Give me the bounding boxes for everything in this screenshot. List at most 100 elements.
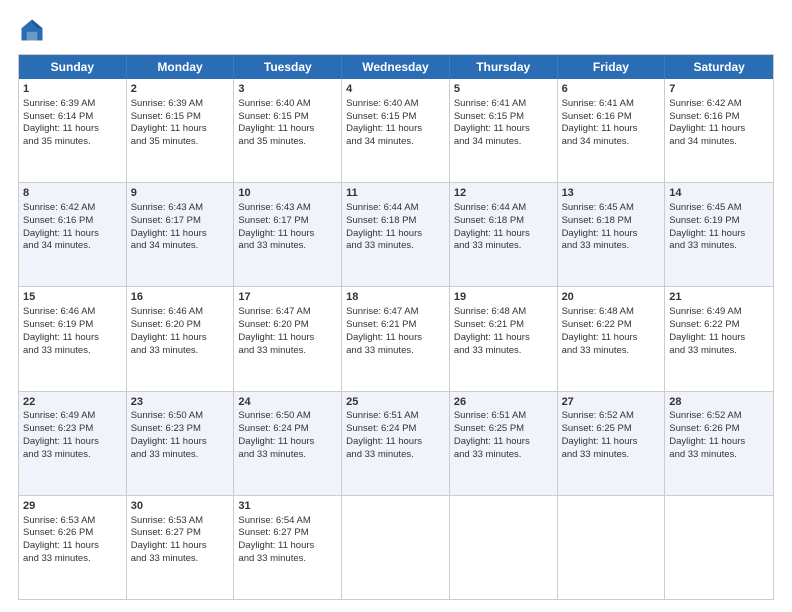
calendar-row-1: 1Sunrise: 6:39 AM Sunset: 6:14 PM Daylig… [19,79,773,182]
day-info: Sunrise: 6:41 AM Sunset: 6:16 PM Dayligh… [562,98,638,147]
day-cell-23: 23Sunrise: 6:50 AM Sunset: 6:23 PM Dayli… [127,392,235,495]
header-day-friday: Friday [558,55,666,79]
day-number: 27 [562,395,661,410]
empty-cell [558,496,666,599]
day-info: Sunrise: 6:45 AM Sunset: 6:19 PM Dayligh… [669,202,745,251]
day-info: Sunrise: 6:42 AM Sunset: 6:16 PM Dayligh… [669,98,745,147]
day-cell-27: 27Sunrise: 6:52 AM Sunset: 6:25 PM Dayli… [558,392,666,495]
day-number: 24 [238,395,337,410]
day-cell-14: 14Sunrise: 6:45 AM Sunset: 6:19 PM Dayli… [665,183,773,286]
day-cell-1: 1Sunrise: 6:39 AM Sunset: 6:14 PM Daylig… [19,79,127,182]
day-number: 1 [23,82,122,97]
day-info: Sunrise: 6:39 AM Sunset: 6:15 PM Dayligh… [131,98,207,147]
day-cell-9: 9Sunrise: 6:43 AM Sunset: 6:17 PM Daylig… [127,183,235,286]
day-info: Sunrise: 6:41 AM Sunset: 6:15 PM Dayligh… [454,98,530,147]
day-number: 15 [23,290,122,305]
header-day-wednesday: Wednesday [342,55,450,79]
day-info: Sunrise: 6:50 AM Sunset: 6:23 PM Dayligh… [131,410,207,459]
logo-icon [18,16,46,44]
header-day-tuesday: Tuesday [234,55,342,79]
day-number: 10 [238,186,337,201]
day-cell-6: 6Sunrise: 6:41 AM Sunset: 6:16 PM Daylig… [558,79,666,182]
calendar-body: 1Sunrise: 6:39 AM Sunset: 6:14 PM Daylig… [19,79,773,599]
day-cell-28: 28Sunrise: 6:52 AM Sunset: 6:26 PM Dayli… [665,392,773,495]
day-info: Sunrise: 6:52 AM Sunset: 6:25 PM Dayligh… [562,410,638,459]
header-day-monday: Monday [127,55,235,79]
day-number: 6 [562,82,661,97]
day-info: Sunrise: 6:45 AM Sunset: 6:18 PM Dayligh… [562,202,638,251]
day-number: 16 [131,290,230,305]
day-cell-2: 2Sunrise: 6:39 AM Sunset: 6:15 PM Daylig… [127,79,235,182]
day-info: Sunrise: 6:53 AM Sunset: 6:27 PM Dayligh… [131,515,207,564]
logo [18,16,50,44]
day-cell-21: 21Sunrise: 6:49 AM Sunset: 6:22 PM Dayli… [665,287,773,390]
calendar-row-4: 22Sunrise: 6:49 AM Sunset: 6:23 PM Dayli… [19,391,773,495]
header-day-saturday: Saturday [665,55,773,79]
header-day-sunday: Sunday [19,55,127,79]
day-cell-13: 13Sunrise: 6:45 AM Sunset: 6:18 PM Dayli… [558,183,666,286]
day-number: 2 [131,82,230,97]
day-info: Sunrise: 6:49 AM Sunset: 6:22 PM Dayligh… [669,306,745,355]
day-info: Sunrise: 6:40 AM Sunset: 6:15 PM Dayligh… [238,98,314,147]
day-cell-17: 17Sunrise: 6:47 AM Sunset: 6:20 PM Dayli… [234,287,342,390]
day-info: Sunrise: 6:48 AM Sunset: 6:22 PM Dayligh… [562,306,638,355]
day-info: Sunrise: 6:52 AM Sunset: 6:26 PM Dayligh… [669,410,745,459]
day-number: 13 [562,186,661,201]
day-number: 28 [669,395,769,410]
day-cell-31: 31Sunrise: 6:54 AM Sunset: 6:27 PM Dayli… [234,496,342,599]
day-cell-20: 20Sunrise: 6:48 AM Sunset: 6:22 PM Dayli… [558,287,666,390]
day-number: 23 [131,395,230,410]
day-info: Sunrise: 6:44 AM Sunset: 6:18 PM Dayligh… [454,202,530,251]
day-cell-15: 15Sunrise: 6:46 AM Sunset: 6:19 PM Dayli… [19,287,127,390]
header-day-thursday: Thursday [450,55,558,79]
calendar-row-2: 8Sunrise: 6:42 AM Sunset: 6:16 PM Daylig… [19,182,773,286]
day-number: 4 [346,82,445,97]
header [18,16,774,44]
day-cell-26: 26Sunrise: 6:51 AM Sunset: 6:25 PM Dayli… [450,392,558,495]
day-info: Sunrise: 6:44 AM Sunset: 6:18 PM Dayligh… [346,202,422,251]
day-number: 26 [454,395,553,410]
day-number: 12 [454,186,553,201]
day-number: 3 [238,82,337,97]
day-info: Sunrise: 6:43 AM Sunset: 6:17 PM Dayligh… [238,202,314,251]
page: SundayMondayTuesdayWednesdayThursdayFrid… [0,0,792,612]
day-cell-19: 19Sunrise: 6:48 AM Sunset: 6:21 PM Dayli… [450,287,558,390]
calendar-header: SundayMondayTuesdayWednesdayThursdayFrid… [19,55,773,79]
day-info: Sunrise: 6:47 AM Sunset: 6:21 PM Dayligh… [346,306,422,355]
day-info: Sunrise: 6:51 AM Sunset: 6:24 PM Dayligh… [346,410,422,459]
day-number: 5 [454,82,553,97]
empty-cell [342,496,450,599]
day-cell-11: 11Sunrise: 6:44 AM Sunset: 6:18 PM Dayli… [342,183,450,286]
calendar-row-3: 15Sunrise: 6:46 AM Sunset: 6:19 PM Dayli… [19,286,773,390]
day-info: Sunrise: 6:50 AM Sunset: 6:24 PM Dayligh… [238,410,314,459]
day-info: Sunrise: 6:43 AM Sunset: 6:17 PM Dayligh… [131,202,207,251]
empty-cell [665,496,773,599]
day-number: 31 [238,499,337,514]
day-number: 21 [669,290,769,305]
day-cell-3: 3Sunrise: 6:40 AM Sunset: 6:15 PM Daylig… [234,79,342,182]
day-cell-25: 25Sunrise: 6:51 AM Sunset: 6:24 PM Dayli… [342,392,450,495]
day-cell-30: 30Sunrise: 6:53 AM Sunset: 6:27 PM Dayli… [127,496,235,599]
day-number: 7 [669,82,769,97]
day-info: Sunrise: 6:46 AM Sunset: 6:19 PM Dayligh… [23,306,99,355]
day-cell-12: 12Sunrise: 6:44 AM Sunset: 6:18 PM Dayli… [450,183,558,286]
day-info: Sunrise: 6:54 AM Sunset: 6:27 PM Dayligh… [238,515,314,564]
day-cell-4: 4Sunrise: 6:40 AM Sunset: 6:15 PM Daylig… [342,79,450,182]
calendar-row-5: 29Sunrise: 6:53 AM Sunset: 6:26 PM Dayli… [19,495,773,599]
day-cell-18: 18Sunrise: 6:47 AM Sunset: 6:21 PM Dayli… [342,287,450,390]
day-number: 17 [238,290,337,305]
day-cell-24: 24Sunrise: 6:50 AM Sunset: 6:24 PM Dayli… [234,392,342,495]
day-info: Sunrise: 6:53 AM Sunset: 6:26 PM Dayligh… [23,515,99,564]
day-cell-22: 22Sunrise: 6:49 AM Sunset: 6:23 PM Dayli… [19,392,127,495]
day-number: 8 [23,186,122,201]
day-info: Sunrise: 6:47 AM Sunset: 6:20 PM Dayligh… [238,306,314,355]
day-info: Sunrise: 6:49 AM Sunset: 6:23 PM Dayligh… [23,410,99,459]
day-number: 29 [23,499,122,514]
day-cell-8: 8Sunrise: 6:42 AM Sunset: 6:16 PM Daylig… [19,183,127,286]
day-cell-7: 7Sunrise: 6:42 AM Sunset: 6:16 PM Daylig… [665,79,773,182]
day-info: Sunrise: 6:46 AM Sunset: 6:20 PM Dayligh… [131,306,207,355]
empty-cell [450,496,558,599]
day-number: 30 [131,499,230,514]
calendar: SundayMondayTuesdayWednesdayThursdayFrid… [18,54,774,600]
day-cell-10: 10Sunrise: 6:43 AM Sunset: 6:17 PM Dayli… [234,183,342,286]
